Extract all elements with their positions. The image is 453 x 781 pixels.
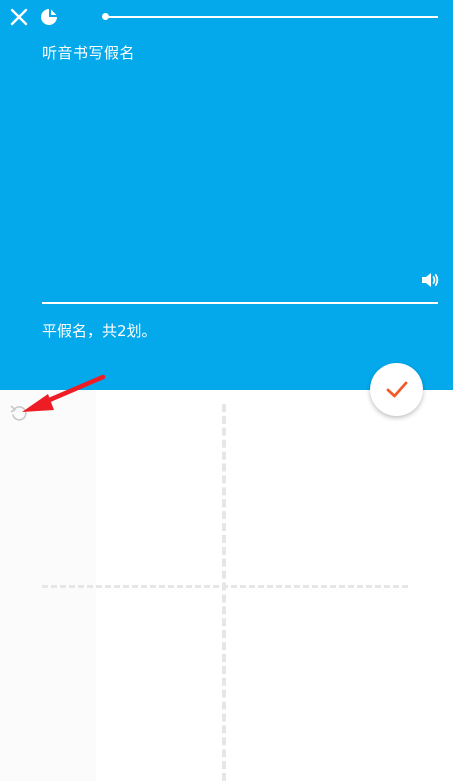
checkmark-icon — [386, 381, 408, 398]
horizontal-guide-line — [42, 585, 408, 588]
progress-indicator — [102, 13, 109, 20]
stroke-hint: 平假名，共2划。 — [42, 322, 157, 340]
speaker-icon — [422, 273, 439, 287]
close-button[interactable] — [6, 4, 32, 30]
question-panel: 听音书写假名 平假名，共2划。 — [0, 0, 453, 390]
writing-canvas[interactable] — [0, 390, 453, 781]
mascot-icon — [41, 9, 57, 25]
answer-underline — [42, 302, 438, 304]
progress-track — [104, 16, 438, 18]
question-prompt: 听音书写假名 — [42, 44, 136, 62]
vertical-guide-line — [222, 404, 226, 781]
close-icon — [10, 8, 28, 26]
red-arrow-icon — [22, 374, 106, 412]
submit-check-button[interactable] — [370, 363, 423, 416]
writing-exercise-screen: 听音书写假名 平假名，共2划。 — [0, 0, 453, 781]
play-audio-button[interactable] — [420, 270, 440, 290]
